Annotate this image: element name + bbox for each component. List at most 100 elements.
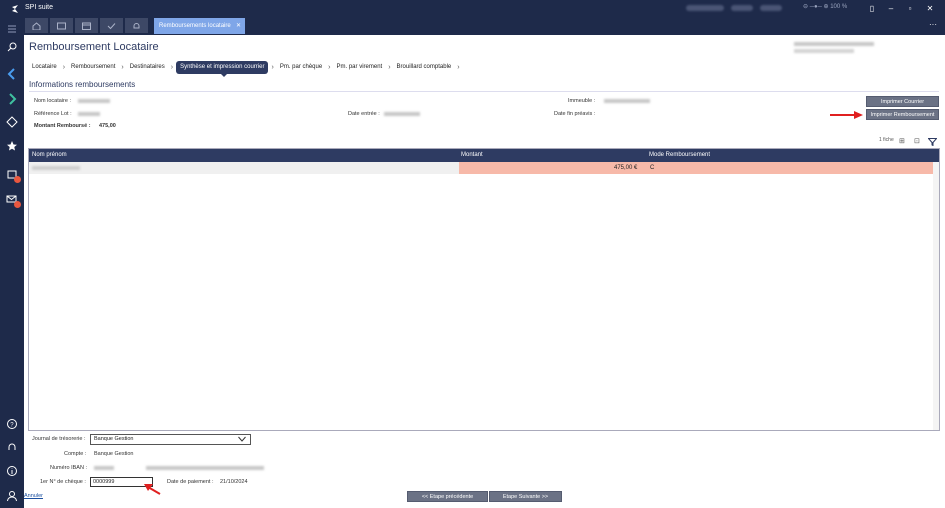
next-step-button[interactable]: Etape Suivante >> — [489, 491, 562, 502]
module-diamond-icon[interactable] — [5, 115, 19, 129]
zoom-control[interactable]: ⊖ ─●─ ⊕ 100 % — [803, 3, 847, 10]
iban-value-blurred — [94, 466, 114, 470]
step-separator-icon: › — [328, 63, 331, 71]
page-title: Remboursement Locataire — [29, 41, 159, 53]
check-icon — [107, 23, 116, 30]
annotation-arrow-icon — [144, 484, 161, 495]
tab-alerts[interactable] — [125, 18, 148, 33]
reference-lot-label: Référence Lot : — [34, 111, 72, 117]
mail-icon — [57, 22, 66, 30]
export-excel-icon[interactable]: ⊞ — [899, 137, 905, 145]
step-pm-cheque[interactable]: Pm. par chèque — [277, 61, 325, 74]
compte-label: Compte : — [64, 451, 87, 457]
annotation-arrow-icon — [830, 111, 863, 119]
add-column-icon[interactable]: ⊡ — [914, 137, 920, 145]
journal-selected-value: Banque Gestion — [94, 436, 134, 442]
iban-label: Numéro IBAN : — [50, 465, 87, 471]
messages-icon[interactable] — [5, 192, 21, 208]
tab-remboursements-locataire[interactable]: Remboursements locataire ✕ — [154, 18, 245, 34]
step-separator-icon: › — [170, 63, 174, 71]
date-fin-preavis-label: Date fin préavis : — [554, 111, 596, 117]
column-header-montant[interactable]: Montant — [461, 152, 483, 158]
close-window-button[interactable]: ✕ — [923, 3, 937, 14]
support-icon[interactable] — [5, 441, 19, 455]
step-separator-icon: › — [457, 63, 460, 71]
row-mode: C — [650, 165, 655, 171]
cheque-label: 1er N° de chèque : — [40, 479, 86, 485]
date-entree-label: Date entrée : — [348, 111, 380, 117]
tab-label: Remboursements locataire — [159, 23, 231, 29]
imprimer-remboursement-button[interactable]: Imprimer Remboursement — [866, 109, 939, 120]
imprimer-courrier-button[interactable]: Imprimer Courrier — [866, 96, 939, 107]
module-green-icon[interactable] — [5, 92, 19, 106]
user-profile-icon[interactable] — [5, 489, 19, 503]
compte-value: Banque Gestion — [94, 451, 134, 457]
more-icon[interactable]: ··· — [929, 20, 937, 29]
close-tab-icon[interactable]: ✕ — [236, 18, 241, 34]
context-info-blurred-2 — [794, 49, 854, 53]
module-blue-icon[interactable] — [5, 67, 19, 81]
table-header: Nom prénom Montant Mode Remboursement — [29, 149, 939, 162]
immeuble-value — [604, 99, 650, 103]
vertical-scrollbar[interactable] — [933, 162, 939, 430]
maximize-button[interactable]: ▫ — [903, 3, 917, 14]
user-info-blurred — [686, 5, 724, 11]
montant-rembourse-value: 475,00 — [99, 123, 116, 129]
step-pm-virement[interactable]: Pm. par virement — [334, 61, 386, 74]
cancel-link[interactable]: Annuler — [24, 493, 43, 499]
chevron-down-icon — [238, 436, 246, 442]
tab-tasks[interactable] — [100, 18, 123, 33]
step-separator-icon: › — [121, 63, 124, 71]
calendar-icon — [82, 22, 91, 30]
iban-value-blurred-2 — [146, 466, 264, 470]
journal-label: Journal de trésorerie : — [32, 436, 86, 442]
context-info-blurred — [794, 42, 874, 46]
title-bar: SPI suite ⊖ ─●─ ⊕ 100 % ▯ – ▫ ✕ — [0, 0, 945, 17]
user-info-blurred-3 — [760, 5, 782, 11]
active-step-pointer-icon — [221, 74, 227, 77]
app-title: SPI suite — [25, 4, 54, 11]
document-icon[interactable]: ▯ — [865, 3, 879, 14]
minimize-button[interactable]: – — [884, 3, 898, 14]
svg-text:?: ? — [10, 422, 14, 428]
info-icon[interactable] — [5, 464, 19, 478]
date-paiement-value: 21/10/2024 — [220, 479, 248, 485]
home-icon — [32, 22, 41, 30]
journal-select[interactable]: Banque Gestion — [90, 434, 251, 445]
step-separator-icon: › — [62, 63, 66, 71]
help-icon[interactable]: ? — [5, 417, 19, 431]
tab-mail[interactable] — [50, 18, 73, 33]
step-remboursement[interactable]: Remboursement — [68, 61, 118, 74]
step-locataire[interactable]: Locataire — [29, 61, 60, 74]
row-amount-cell: 475,00 € C — [459, 162, 939, 174]
previous-step-button[interactable]: << Etape précédente — [407, 491, 488, 502]
tab-bar: Remboursements locataire ✕ ··· — [24, 17, 945, 35]
bell-icon — [133, 23, 140, 29]
step-separator-icon: › — [388, 63, 391, 71]
column-header-nom[interactable]: Nom prénom — [32, 152, 67, 158]
main-content: Remboursement Locataire Locataire › Rembo… — [24, 35, 945, 508]
filter-icon[interactable] — [928, 138, 937, 146]
section-divider — [29, 91, 939, 92]
montant-rembourse-label: Montant Remboursé : — [34, 123, 91, 129]
tab-calendar[interactable] — [75, 18, 98, 33]
step-destinataires[interactable]: Destinataires — [127, 61, 168, 74]
tab-home[interactable] — [25, 18, 48, 33]
favorites-star-icon[interactable] — [5, 139, 19, 153]
sidebar: ? — [0, 17, 24, 508]
search-icon[interactable] — [5, 40, 19, 54]
step-brouillard[interactable]: Brouillard comptable — [394, 61, 455, 74]
table-row[interactable]: 475,00 € C — [29, 162, 939, 174]
record-count: 1 fiche — [879, 137, 894, 143]
section-title: Informations remboursements — [29, 80, 136, 89]
column-header-mode[interactable]: Mode Remboursement — [649, 152, 710, 158]
remboursements-table: Nom prénom Montant Mode Remboursement 47… — [28, 148, 940, 431]
step-separator-icon: › — [271, 63, 274, 71]
step-synthese[interactable]: Synthèse et impression courrier — [176, 60, 269, 74]
immeuble-label: Immeuble : — [568, 98, 596, 104]
menu-icon[interactable] — [5, 22, 19, 36]
notifications-icon[interactable] — [5, 167, 21, 183]
row-amount: 475,00 € — [614, 165, 638, 171]
app-logo-icon — [12, 5, 18, 13]
user-info-blurred-2 — [731, 5, 753, 11]
